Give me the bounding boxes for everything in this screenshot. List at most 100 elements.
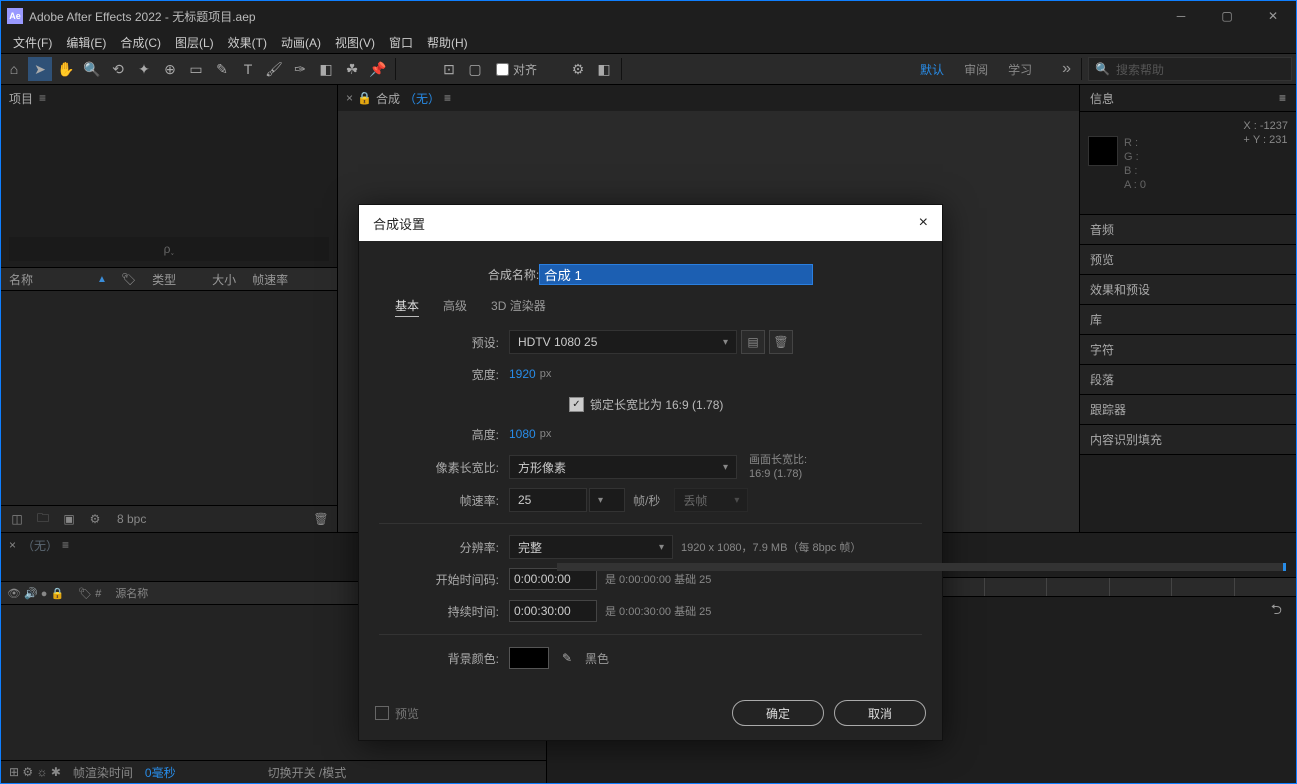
lock-aspect-checkbox[interactable]: ✓ [569,397,584,412]
res-select[interactable]: 完整▾ [509,535,673,559]
panel-content-aware[interactable]: 内容识别填充 [1080,425,1296,455]
switch-label[interactable]: 切换开关 /模式 [268,764,347,781]
lock-icon[interactable]: 🔒 [357,91,372,105]
preset-save-icon[interactable]: ▤ [741,330,765,354]
panel-audio[interactable]: 音频 [1080,215,1296,245]
fps-dropdown[interactable]: ▾ [589,488,625,512]
misc-tool-1[interactable]: ⚙ [566,57,590,81]
duration-label: 持续时间: [379,603,509,620]
col-source[interactable]: 源名称 [115,585,148,601]
rotate-tool[interactable]: ✦ [132,57,156,81]
tab-advanced[interactable]: 高级 [443,297,467,317]
menu-effect[interactable]: 效果(T) [224,34,271,51]
col-fps[interactable]: 帧速率 [244,271,296,288]
col-type[interactable]: 类型 [144,271,184,288]
menu-file[interactable]: 文件(F) [9,34,56,51]
close-tab-icon[interactable]: × [9,538,16,552]
frametime-value: 0毫秒 [145,764,176,781]
tab-3d-renderer[interactable]: 3D 渲染器 [491,297,546,317]
rectangle-tool[interactable]: ▭ [184,57,208,81]
align-checkbox[interactable] [496,63,509,76]
selection-tool[interactable]: ➤ [28,57,52,81]
dialog-close-icon[interactable]: × [919,214,928,232]
sort-icon[interactable]: ▲ [97,274,107,285]
minimize-button[interactable]: ─ [1158,1,1204,31]
close-button[interactable]: ✕ [1250,1,1296,31]
menu-help[interactable]: 帮助(H) [423,34,472,51]
orbit-tool[interactable]: ⟲ [106,57,130,81]
project-search[interactable]: ρ˯ [9,237,329,261]
fps-input[interactable]: 25 [509,488,587,512]
folder-icon[interactable]: 🗀 [33,510,53,528]
hand-tool[interactable]: ✋ [54,57,78,81]
cancel-button[interactable]: 取消 [834,700,926,726]
trash-icon[interactable]: 🗑 [311,510,331,528]
composition-settings-dialog: 合成设置 × 合成名称: 基本 高级 3D 渲染器 预设: HDTV 1080 … [358,204,943,741]
panel-tracker[interactable]: 跟踪器 [1080,395,1296,425]
project-preview-area [1,111,337,231]
color-swatch [1088,136,1118,166]
search-help[interactable]: 🔍 搜索帮助 [1088,57,1292,81]
width-value[interactable]: 1920 [509,367,536,381]
misc-tool-2[interactable]: ◧ [592,57,616,81]
bpc-label[interactable]: 8 bpc [117,512,146,526]
toolbar: ⌂ ➤ ✋ 🔍 ⟲ ✦ ⊕ ▭ ✎ T 🖌 ✑ ◧ ☘ 📌 ⊡ ▢ 对齐 ⚙ ◧… [1,53,1296,85]
col-name[interactable]: 名称 [1,271,97,288]
zoom-tool[interactable]: 🔍 [80,57,104,81]
anchor-tool[interactable]: ⊕ [158,57,182,81]
panel-paragraph[interactable]: 段落 [1080,365,1296,395]
menu-animation[interactable]: 动画(A) [277,34,325,51]
workspace-review[interactable]: 审阅 [964,61,988,78]
preset-select[interactable]: HDTV 1080 25▾ [509,330,737,354]
info-panel-header: 信息≡ [1080,85,1296,112]
panel-library[interactable]: 库 [1080,305,1296,335]
eyedropper-icon[interactable]: ✎ [557,648,577,668]
dialog-title: 合成设置 [373,214,425,233]
close-tab-icon[interactable]: × [346,91,353,105]
time-navigator[interactable] [557,563,1286,571]
home-icon[interactable]: ⌂ [2,57,26,81]
ok-button[interactable]: 确定 [732,700,824,726]
preview-checkbox[interactable]: 预览 [375,705,419,722]
panel-menu-icon[interactable]: ≡ [39,91,46,105]
panel-menu-icon[interactable]: ≡ [444,91,451,105]
adjust-icon[interactable]: ⚙ [85,510,105,528]
pen-tool[interactable]: ✎ [210,57,234,81]
roto-tool[interactable]: ☘ [340,57,364,81]
preset-delete-icon[interactable]: 🗑 [769,330,793,354]
maximize-button[interactable]: ▢ [1204,1,1250,31]
tab-basic[interactable]: 基本 [395,297,419,317]
new-comp-icon[interactable]: ▣ [59,510,79,528]
puppet-tool[interactable]: 📌 [366,57,390,81]
window-title: Adobe After Effects 2022 - 无标题项目.aep [29,8,256,25]
comp-name-label: 合成名称: [488,266,539,283]
menu-composition[interactable]: 合成(C) [116,34,165,51]
workspace-learn[interactable]: 学习 [1008,61,1032,78]
panel-preview[interactable]: 预览 [1080,245,1296,275]
panel-effects[interactable]: 效果和预设 [1080,275,1296,305]
clone-tool[interactable]: ✑ [288,57,312,81]
align-icon[interactable]: ▢ [463,57,487,81]
collapse-icon[interactable]: ⮌ [1271,599,1282,623]
panel-menu-icon[interactable]: ≡ [1279,91,1286,105]
menu-window[interactable]: 窗口 [385,34,417,51]
brush-tool[interactable]: 🖌 [262,57,286,81]
workspace-more[interactable]: » [1062,60,1071,78]
col-size[interactable]: 大小 [204,271,244,288]
snap-icon[interactable]: ⊡ [437,57,461,81]
comp-name-input[interactable] [539,264,813,285]
menu-edit[interactable]: 编辑(E) [62,34,110,51]
panel-menu-icon[interactable]: ≡ [62,538,69,552]
par-select[interactable]: 方形像素▾ [509,455,737,479]
bg-color-swatch[interactable] [509,647,549,669]
start-timecode-input[interactable]: 0:00:00:00 [509,568,597,590]
frametime-label: 帧渲染时间 [73,764,133,781]
eraser-tool[interactable]: ◧ [314,57,338,81]
interpret-icon[interactable]: ◫ [7,510,27,528]
height-value[interactable]: 1080 [509,427,536,441]
text-tool[interactable]: T [236,57,260,81]
panel-character[interactable]: 字符 [1080,335,1296,365]
workspace-default[interactable]: 默认 [920,61,944,78]
menu-layer[interactable]: 图层(L) [171,34,218,51]
menu-view[interactable]: 视图(V) [331,34,379,51]
